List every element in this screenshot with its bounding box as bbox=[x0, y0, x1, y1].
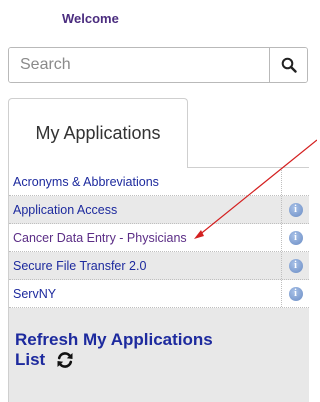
info-cell: i bbox=[282, 252, 309, 279]
list-item: ServNY i bbox=[9, 280, 309, 308]
applications-panel: Acronyms & Abbreviations Application Acc… bbox=[8, 167, 309, 402]
info-cell: i bbox=[282, 196, 309, 223]
search-input[interactable] bbox=[9, 48, 269, 82]
search-bar bbox=[8, 47, 308, 83]
refresh-label-line1: Refresh My Applications bbox=[15, 330, 213, 349]
list-item: Acronyms & Abbreviations bbox=[9, 168, 309, 196]
app-link-acronyms[interactable]: Acronyms & Abbreviations bbox=[9, 168, 282, 195]
welcome-heading: Welcome bbox=[62, 11, 119, 26]
refresh-label-line2: List bbox=[15, 350, 46, 369]
info-cell: i bbox=[282, 224, 309, 251]
list-item: Secure File Transfer 2.0 i bbox=[9, 252, 309, 280]
list-item: Application Access i bbox=[9, 196, 309, 224]
tab-my-applications[interactable]: My Applications bbox=[8, 98, 188, 168]
page: Welcome My Applications Acronyms & Abbre… bbox=[0, 0, 317, 402]
info-cell: i bbox=[282, 280, 309, 307]
refresh-applications-link[interactable]: Refresh My Applications List bbox=[9, 308, 309, 370]
app-link-application-access[interactable]: Application Access bbox=[9, 196, 282, 223]
app-link-secure-file-transfer[interactable]: Secure File Transfer 2.0 bbox=[9, 252, 282, 279]
refresh-label-row: List bbox=[15, 350, 309, 370]
info-icon[interactable]: i bbox=[288, 258, 303, 273]
info-icon[interactable]: i bbox=[288, 202, 303, 217]
list-item: Cancer Data Entry - Physicians i bbox=[9, 224, 309, 252]
search-button[interactable] bbox=[269, 48, 307, 82]
app-link-servny[interactable]: ServNY bbox=[9, 280, 282, 307]
applications-list: Acronyms & Abbreviations Application Acc… bbox=[9, 168, 309, 308]
refresh-icon[interactable] bbox=[55, 350, 75, 370]
search-icon bbox=[281, 57, 297, 73]
info-cell bbox=[282, 168, 309, 195]
app-link-cancer-data-entry[interactable]: Cancer Data Entry - Physicians bbox=[9, 224, 282, 251]
info-icon[interactable]: i bbox=[288, 286, 303, 301]
info-icon[interactable]: i bbox=[288, 230, 303, 245]
